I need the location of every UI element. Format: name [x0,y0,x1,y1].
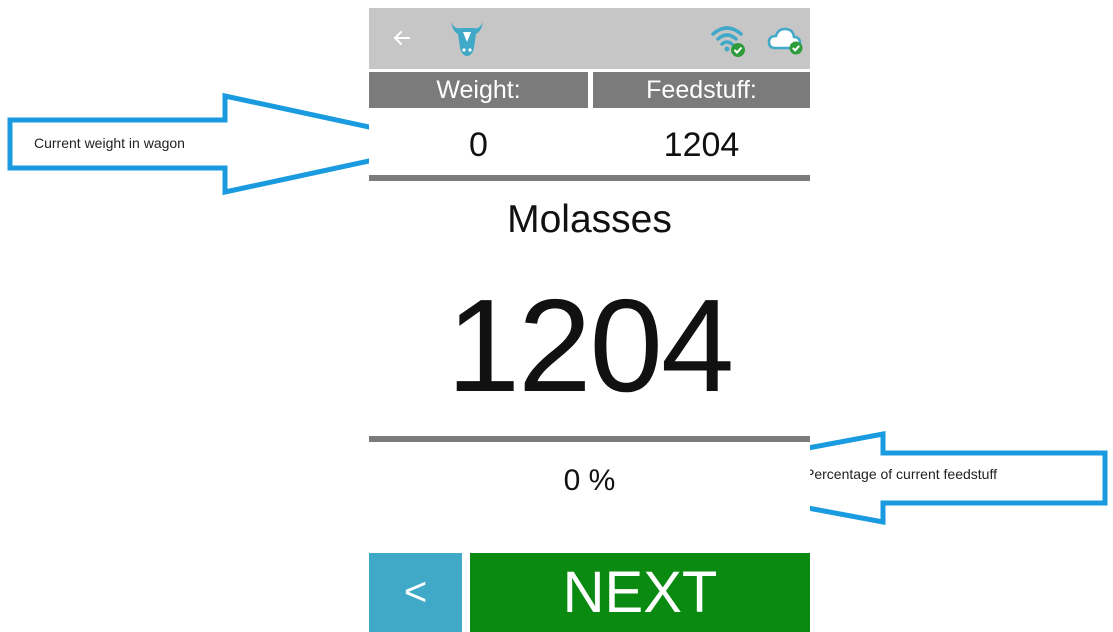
target-amount: 1204 [446,272,735,419]
cloud-synced-icon [767,26,805,56]
cow-head-icon [449,18,485,58]
wifi-connected-icon [711,22,747,58]
feedstuff-header: Feedstuff: [593,72,810,108]
top-bar [369,8,810,69]
arrow-left-icon[interactable] [389,22,413,54]
feedstuff-name: Molasses [507,198,672,241]
feedstuff-value: 1204 [663,126,740,164]
percentage-value: 0 % [563,464,616,497]
weight-callout-label: Current weight in wagon [34,135,185,151]
weight-value: 0 [469,126,488,164]
previous-button[interactable]: < [369,553,462,632]
app-screen: Weight: Feedstuff: 0 1204 Molasses 1204 … [369,8,810,632]
percentage-callout-label: Percentage of current feedstuff [805,466,997,482]
divider [369,436,810,442]
next-button[interactable]: NEXT [470,553,810,632]
divider [369,175,810,181]
weight-header: Weight: [369,72,588,108]
